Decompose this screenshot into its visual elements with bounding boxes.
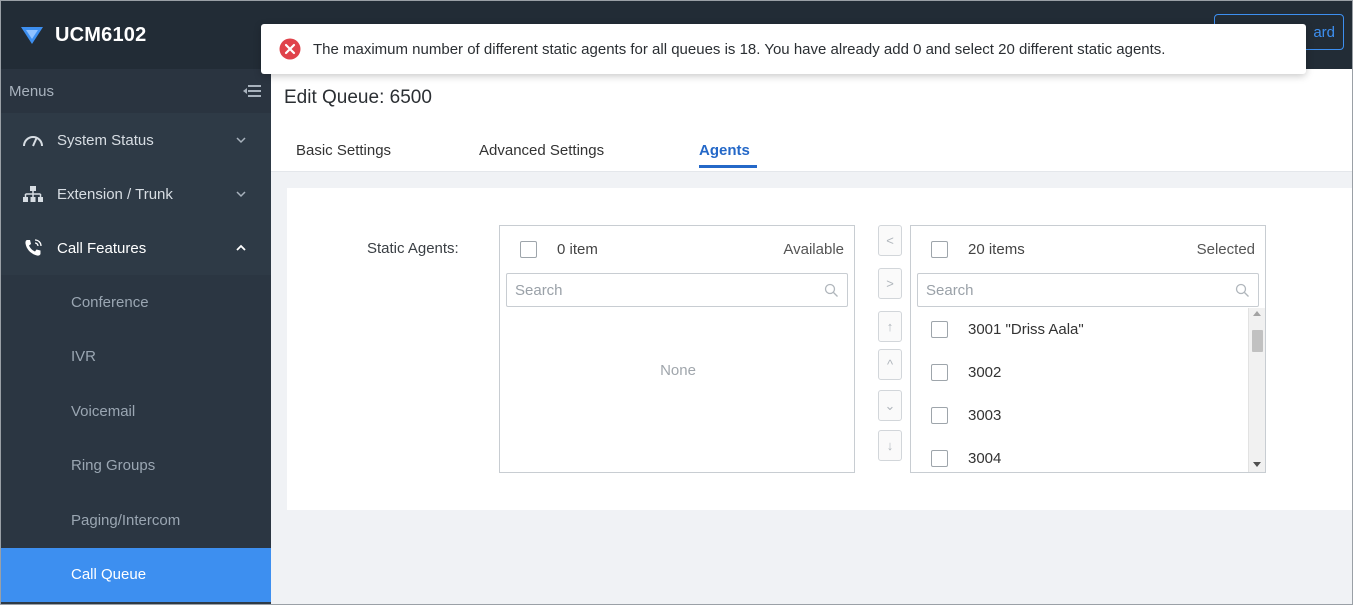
active-tab-indicator bbox=[699, 165, 757, 168]
sidebar-item-label: Extension / Trunk bbox=[57, 185, 173, 203]
select-all-available-checkbox[interactable] bbox=[520, 241, 537, 258]
available-search-input[interactable]: Search bbox=[506, 273, 848, 307]
search-icon bbox=[1235, 283, 1249, 297]
move-left-button[interactable]: < bbox=[878, 225, 902, 256]
move-bottom-button[interactable]: ↓ bbox=[878, 430, 902, 461]
error-icon bbox=[279, 38, 301, 60]
chevron-down-icon bbox=[236, 137, 246, 144]
sidebar-subitem-ivr[interactable]: IVR bbox=[1, 329, 271, 384]
chevron-up-icon bbox=[236, 244, 246, 251]
error-message: The maximum number of different static a… bbox=[313, 40, 1166, 58]
sidebar-item-system-status[interactable]: System Status bbox=[1, 113, 271, 167]
sidebar-subitem-call-queue[interactable]: Call Queue bbox=[1, 547, 271, 602]
move-right-button[interactable]: > bbox=[878, 268, 902, 299]
list-item[interactable]: 3004 bbox=[911, 437, 1249, 472]
error-toast: The maximum number of different static a… bbox=[261, 24, 1306, 74]
available-title: Available bbox=[783, 241, 844, 258]
agent-checkbox[interactable] bbox=[931, 407, 948, 424]
agent-checkbox[interactable] bbox=[931, 321, 948, 338]
collapse-menu-icon[interactable] bbox=[243, 84, 261, 98]
available-agents-box: 0 item Available Search None bbox=[499, 225, 855, 473]
scrollbar-thumb[interactable] bbox=[1252, 330, 1263, 352]
empty-list-text: None bbox=[660, 362, 696, 379]
selected-search-input[interactable]: Search bbox=[917, 273, 1259, 307]
sidebar-item-label: Call Features bbox=[57, 239, 147, 257]
selected-count: 20 items bbox=[968, 241, 1025, 258]
gauge-icon bbox=[21, 130, 45, 150]
tab-basic-settings[interactable]: Basic Settings bbox=[296, 142, 391, 159]
wizard-button-label: ard bbox=[1313, 23, 1335, 41]
sidebar-subitem-conference[interactable]: Conference bbox=[1, 275, 271, 330]
agent-checkbox[interactable] bbox=[931, 450, 948, 467]
sidebar-item-call-features[interactable]: Call Features bbox=[1, 221, 271, 275]
list-scrollbar[interactable] bbox=[1248, 308, 1265, 472]
move-up-button[interactable]: ^ bbox=[878, 349, 902, 380]
agent-label: 3003 bbox=[968, 407, 1002, 424]
agents-panel: Static Agents: 0 item Available Search N… bbox=[287, 188, 1352, 510]
selected-header: 20 items Selected bbox=[911, 226, 1265, 273]
agent-label: 3001 "Driss Aala" bbox=[968, 321, 1084, 338]
list-item[interactable]: 3003 bbox=[911, 394, 1249, 437]
list-item[interactable]: 3002 bbox=[911, 351, 1249, 394]
select-all-selected-checkbox[interactable] bbox=[931, 241, 948, 258]
selected-agents-list: 3001 "Driss Aala" 3002 3003 3004 bbox=[911, 308, 1249, 472]
main-content: Edit Queue: 6500 Basic Settings Advanced… bbox=[271, 69, 1352, 604]
menus-label: Menus bbox=[9, 82, 55, 100]
menus-header: Menus bbox=[1, 69, 271, 113]
list-item[interactable]: 3001 "Driss Aala" bbox=[911, 308, 1249, 351]
tab-agents[interactable]: Agents bbox=[699, 142, 750, 159]
sidebar-item-extension-trunk[interactable]: Extension / Trunk bbox=[1, 167, 271, 221]
chevron-down-icon bbox=[236, 191, 246, 198]
sidebar: UCM6102 Menus System Status Extension / … bbox=[1, 1, 271, 604]
move-down-button[interactable]: ⌄ bbox=[878, 390, 902, 421]
brand-header: UCM6102 bbox=[1, 1, 271, 69]
scroll-down-arrow-icon[interactable] bbox=[1253, 460, 1261, 468]
move-top-button[interactable]: ↑ bbox=[878, 311, 902, 342]
static-agents-label: Static Agents: bbox=[367, 240, 459, 257]
agent-label: 3004 bbox=[968, 450, 1002, 467]
selected-agents-box: 20 items Selected Search 3001 "Driss Aal… bbox=[910, 225, 1266, 473]
sidebar-subitem-voicemail[interactable]: Voicemail bbox=[1, 384, 271, 439]
phone-icon bbox=[21, 238, 45, 258]
agent-label: 3002 bbox=[968, 364, 1002, 381]
agent-checkbox[interactable] bbox=[931, 364, 948, 381]
search-placeholder: Search bbox=[926, 281, 974, 299]
sidebar-item-label: System Status bbox=[57, 131, 154, 149]
brand-logo-icon bbox=[21, 27, 43, 44]
available-header: 0 item Available bbox=[500, 226, 854, 273]
sidebar-subitem-ring-groups[interactable]: Ring Groups bbox=[1, 438, 271, 493]
selected-title: Selected bbox=[1196, 241, 1255, 258]
page-header: Edit Queue: 6500 Basic Settings Advanced… bbox=[271, 69, 1352, 172]
search-placeholder: Search bbox=[515, 281, 563, 299]
search-icon bbox=[824, 283, 838, 297]
network-icon bbox=[21, 184, 45, 204]
scroll-up-arrow-icon[interactable] bbox=[1253, 310, 1261, 318]
app-window: UCM6102 Menus System Status Extension / … bbox=[0, 0, 1353, 605]
sidebar-subitem-paging-intercom[interactable]: Paging/Intercom bbox=[1, 493, 271, 548]
page-title: Edit Queue: 6500 bbox=[284, 87, 432, 108]
brand-name: UCM6102 bbox=[55, 23, 147, 46]
tab-advanced-settings[interactable]: Advanced Settings bbox=[479, 142, 604, 159]
available-count: 0 item bbox=[557, 241, 598, 258]
